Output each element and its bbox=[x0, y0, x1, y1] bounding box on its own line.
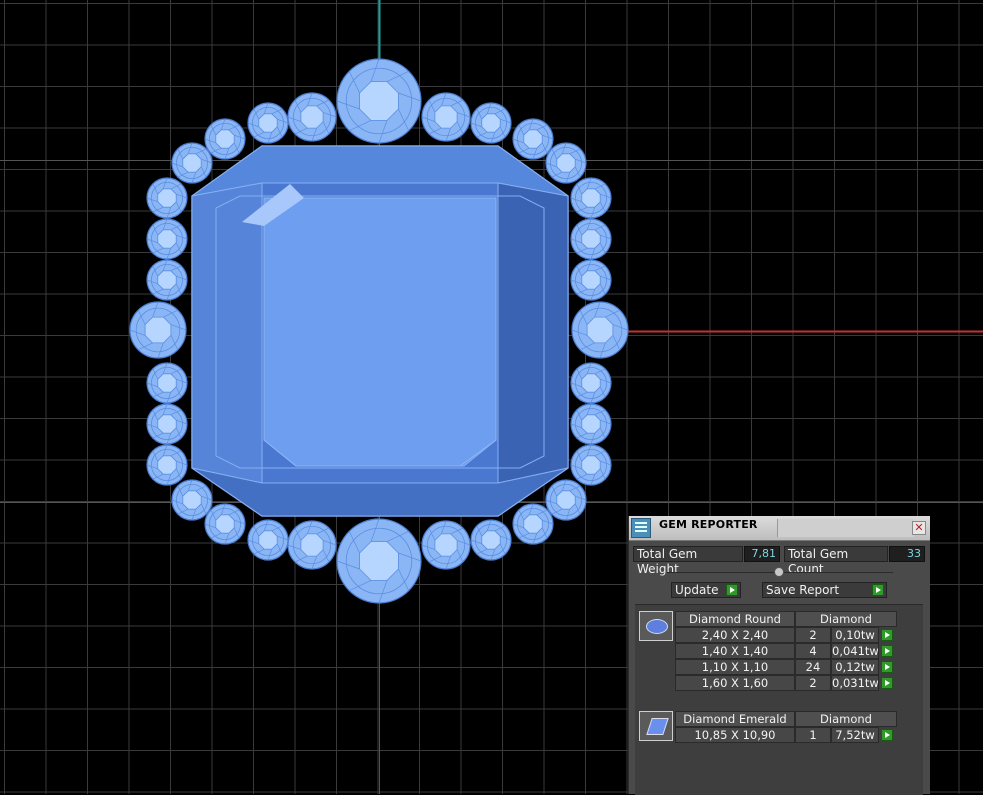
gem-reporter-icon bbox=[631, 518, 651, 538]
round-stone[interactable] bbox=[570, 259, 612, 301]
round-stone[interactable] bbox=[204, 503, 246, 545]
gem-count-cell: 2 bbox=[795, 675, 831, 691]
round-stone[interactable] bbox=[204, 118, 246, 160]
round-stone[interactable] bbox=[146, 444, 188, 486]
gem-count-cell: 2 bbox=[795, 627, 831, 643]
round-stone[interactable] bbox=[545, 479, 587, 521]
round-stone[interactable] bbox=[421, 92, 471, 142]
round-stone[interactable] bbox=[336, 58, 422, 144]
round-stone[interactable] bbox=[146, 362, 188, 404]
gem-material-header: Diamond bbox=[795, 711, 897, 727]
play-arrow-icon[interactable] bbox=[726, 584, 738, 596]
collapse-knob[interactable] bbox=[774, 567, 784, 577]
round-stone[interactable] bbox=[570, 444, 612, 486]
gem-cut-header: Diamond Round bbox=[675, 611, 795, 627]
gem-weight-cell: 7,52tw bbox=[831, 727, 879, 743]
round-stone[interactable] bbox=[470, 102, 512, 144]
gem-list: Diamond Round Diamond 2,40 X 2,40 2 0,10tw 1,… bbox=[635, 604, 923, 795]
gem-size-cell: 2,40 X 2,40 bbox=[675, 627, 795, 643]
gem-reporter-panel: GEM REPORTER ✕ Total Gem Weight 7,81 Tot… bbox=[628, 516, 930, 795]
gem-weight-cell: 0,10tw bbox=[831, 627, 879, 643]
row-select-arrow-icon[interactable] bbox=[881, 677, 893, 689]
panel-title: GEM REPORTER bbox=[659, 518, 758, 531]
total-gem-weight-label: Total Gem Weight bbox=[633, 546, 743, 576]
round-stone[interactable] bbox=[571, 301, 629, 359]
round-stone[interactable] bbox=[287, 520, 337, 570]
gem-size-cell: 1,60 X 1,60 bbox=[675, 675, 795, 691]
panel-titlebar[interactable]: GEM REPORTER ✕ bbox=[629, 516, 930, 541]
save-report-label: Save Report bbox=[766, 583, 840, 597]
total-gem-weight-value: 7,81 bbox=[744, 546, 780, 562]
round-stone[interactable] bbox=[545, 142, 587, 184]
round-stone[interactable] bbox=[146, 259, 188, 301]
gem-weight-cell: 0,031tw bbox=[831, 675, 879, 691]
emerald-cut-stone[interactable] bbox=[191, 145, 569, 517]
save-report-button[interactable]: Save Report bbox=[762, 582, 887, 598]
row-select-arrow-icon[interactable] bbox=[881, 729, 893, 741]
total-gem-count-value: 33 bbox=[889, 546, 925, 562]
round-stone[interactable] bbox=[171, 142, 213, 184]
update-button[interactable]: Update bbox=[671, 582, 741, 598]
round-stone[interactable] bbox=[570, 218, 612, 260]
play-arrow-icon[interactable] bbox=[872, 584, 884, 596]
round-stone[interactable] bbox=[146, 218, 188, 260]
round-stone[interactable] bbox=[512, 503, 554, 545]
gem-size-cell: 10,85 X 10,90 bbox=[675, 727, 795, 743]
round-stone[interactable] bbox=[171, 479, 213, 521]
gem-weight-cell: 0,12tw bbox=[831, 659, 879, 675]
round-stone[interactable] bbox=[247, 519, 289, 561]
gem-material-header: Diamond bbox=[795, 611, 897, 627]
row-select-arrow-icon[interactable] bbox=[881, 645, 893, 657]
round-stone[interactable] bbox=[146, 177, 188, 219]
update-label: Update bbox=[675, 583, 719, 597]
gem-weight-cell: 0,041tw bbox=[831, 643, 879, 659]
close-button[interactable]: ✕ bbox=[912, 521, 926, 535]
gem-count-cell: 1 bbox=[795, 727, 831, 743]
round-stone[interactable] bbox=[570, 362, 612, 404]
emerald-diamond-icon bbox=[639, 711, 673, 741]
row-select-arrow-icon[interactable] bbox=[881, 629, 893, 641]
titlebar-drag-area[interactable] bbox=[777, 519, 914, 537]
round-stone[interactable] bbox=[247, 102, 289, 144]
round-stone[interactable] bbox=[570, 403, 612, 445]
round-stone[interactable] bbox=[512, 118, 554, 160]
round-stone[interactable] bbox=[129, 301, 187, 359]
round-stone[interactable] bbox=[336, 518, 422, 604]
round-diamond-icon bbox=[639, 611, 673, 641]
round-stone[interactable] bbox=[287, 92, 337, 142]
gem-count-cell: 4 bbox=[795, 643, 831, 659]
round-stone[interactable] bbox=[421, 520, 471, 570]
row-select-arrow-icon[interactable] bbox=[881, 661, 893, 673]
emerald-diamond-icon-shape bbox=[646, 718, 669, 735]
round-stone[interactable] bbox=[570, 177, 612, 219]
round-diamond-icon-shape bbox=[646, 619, 668, 634]
total-gem-count-label: Total Gem Count bbox=[784, 546, 888, 576]
gem-size-cell: 1,40 X 1,40 bbox=[675, 643, 795, 659]
gem-cut-header: Diamond Emerald bbox=[675, 711, 795, 727]
round-stone[interactable] bbox=[470, 519, 512, 561]
gem-size-cell: 1,10 X 1,10 bbox=[675, 659, 795, 675]
round-stone[interactable] bbox=[146, 403, 188, 445]
gem-count-cell: 24 bbox=[795, 659, 831, 675]
